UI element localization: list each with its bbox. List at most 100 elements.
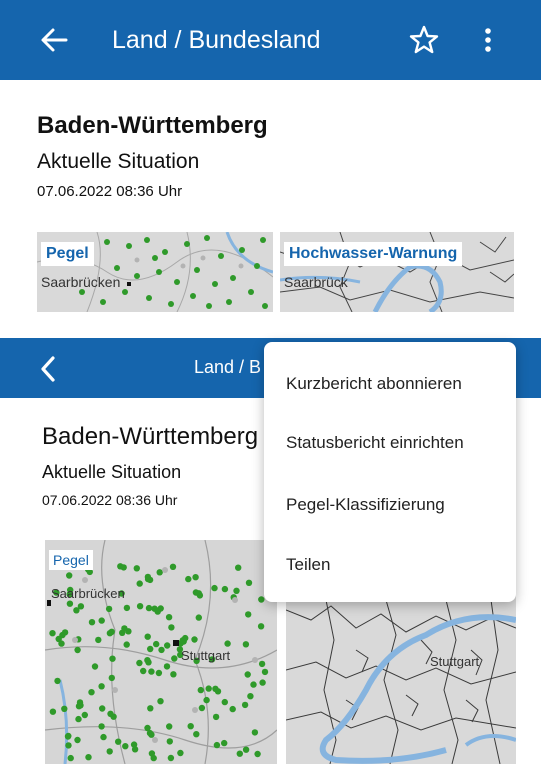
station-dot [74, 646, 81, 654]
station-dot [166, 738, 173, 745]
page-title: Baden-Württemberg [42, 423, 259, 450]
station-dot [106, 748, 113, 755]
station-dot [233, 587, 240, 594]
station-dot [177, 749, 184, 757]
station-dot [244, 671, 251, 678]
station-dot [95, 636, 102, 644]
station-dot [250, 681, 257, 688]
station-dot [61, 705, 68, 712]
station-dot [205, 685, 212, 692]
map-city-label: Saarbrück [284, 274, 348, 290]
station-dot [109, 655, 116, 662]
tile-label-pegel: Pegel [49, 550, 93, 570]
station-dot [77, 603, 85, 610]
station-dot [257, 623, 265, 630]
timestamp: 07.06.2022 08:36 Uhr [42, 492, 178, 508]
menu-item-kurzbericht[interactable]: Kurzbericht abonnieren [286, 374, 462, 394]
station-dot [164, 642, 171, 649]
station-dot [197, 686, 204, 694]
station-dot [123, 604, 131, 612]
station-dot [120, 564, 127, 571]
station-dot [105, 605, 113, 613]
tile-label-pegel: Pegel [41, 242, 94, 266]
station-dot [65, 742, 72, 749]
station-dot [167, 754, 175, 762]
station-dot [154, 608, 161, 615]
app-bar-title: Land / Bundesland [112, 26, 321, 54]
station-dot [165, 614, 173, 621]
station-dot [49, 630, 56, 637]
station-dot [153, 640, 160, 648]
station-dot [198, 704, 206, 712]
station-dot [66, 600, 74, 607]
station-dot [195, 614, 202, 621]
station-dot [133, 565, 140, 572]
station-dot [136, 659, 143, 667]
station-dot [191, 636, 198, 643]
chevron-left-icon[interactable] [34, 352, 64, 386]
menu-item-teilen[interactable]: Teilen [286, 555, 330, 575]
station-dot [81, 711, 88, 719]
station-dot [85, 754, 92, 761]
station-dot [221, 698, 228, 706]
station-dot [182, 634, 189, 642]
station-dot [213, 741, 221, 749]
station-dot [64, 733, 72, 740]
star-outline-icon[interactable] [406, 22, 442, 58]
station-dot [171, 655, 178, 662]
station-dot [98, 617, 105, 624]
station-dot [245, 579, 253, 586]
station-dot [192, 574, 199, 581]
station-dot [123, 641, 130, 648]
map-city-label: Saarbrücken [41, 274, 121, 290]
station-dot [261, 668, 269, 676]
station-dot [136, 580, 143, 587]
menu-item-statusbericht[interactable]: Statusbericht einrichten [286, 433, 464, 453]
station-dot [157, 698, 164, 705]
station-dot [140, 667, 147, 675]
station-dot [170, 671, 177, 678]
station-dot [144, 633, 151, 640]
station-dot [168, 624, 175, 631]
pegel-map [45, 540, 277, 764]
station-dot [158, 646, 165, 654]
station-dot [247, 693, 254, 700]
page-title: Baden-Württemberg [37, 112, 268, 139]
map-city-label: Stuttgart [430, 654, 480, 669]
station-dot [54, 677, 61, 685]
station-dot [100, 733, 107, 741]
station-dot [166, 723, 173, 730]
station-dot [74, 736, 81, 744]
station-dot [212, 713, 220, 721]
more-vertical-icon[interactable] [476, 22, 500, 58]
arrow-left-icon[interactable] [36, 22, 76, 58]
app-bar: Land / Bundesland [0, 0, 541, 80]
station-dot [115, 738, 122, 745]
station-dot [242, 746, 250, 753]
station-dot [254, 750, 261, 758]
hochwasser-map-tile[interactable]: Hochwasser-Warnung Saarbrück [280, 232, 514, 312]
map-city-label: Stuttgart [181, 648, 231, 663]
station-dot [147, 705, 154, 712]
station-dot [258, 660, 266, 668]
timestamp: 07.06.2022 08:36 Uhr [37, 183, 183, 200]
pegel-map-tile[interactable]: Pegel Saarbrücken Stuttgart [45, 540, 277, 764]
menu-item-pegel-klassifizierung[interactable]: Pegel-Klassifizierung [286, 495, 445, 515]
station-dot [224, 640, 231, 647]
station-dot [258, 596, 265, 603]
pegel-map-tile[interactable]: Pegel Saarbrücken [37, 232, 273, 312]
station-dot [236, 750, 243, 757]
station-dot [76, 699, 84, 706]
station-dot [146, 729, 154, 737]
station-dot [144, 657, 151, 664]
station-dot [88, 689, 95, 696]
station-dot [196, 592, 204, 599]
station-dot [121, 625, 128, 632]
station-dot [259, 679, 266, 686]
station-dot [67, 754, 74, 762]
station-dot [203, 696, 210, 704]
station-dot [221, 739, 228, 747]
station-dot [229, 705, 236, 713]
station-dot [99, 705, 106, 712]
station-dot [251, 729, 259, 736]
